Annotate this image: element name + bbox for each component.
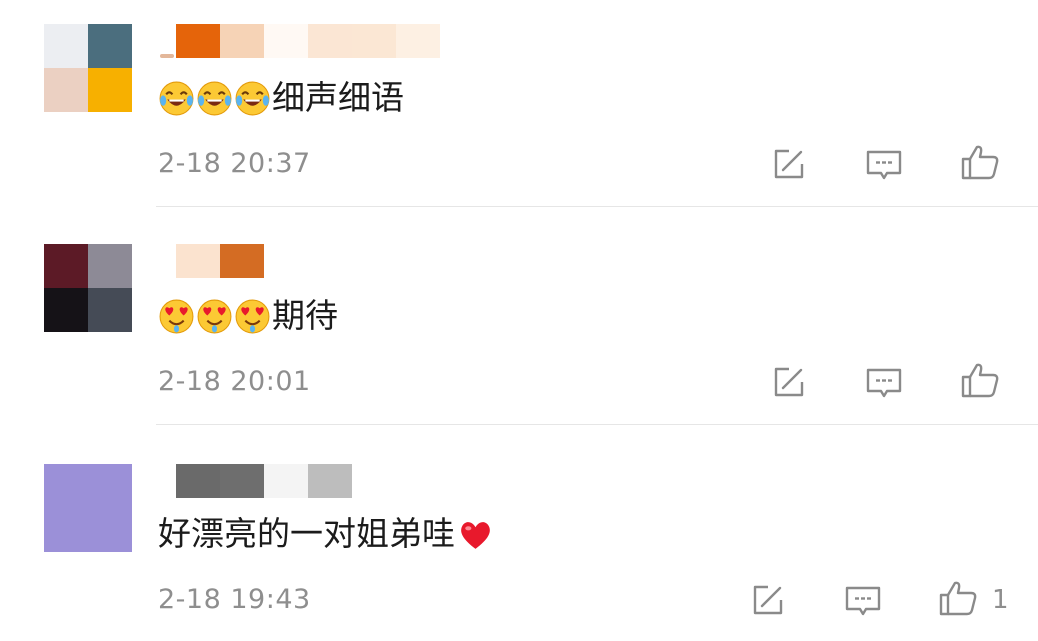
share-button[interactable] <box>748 580 788 620</box>
comment-text-row: 细声细语 <box>158 78 404 118</box>
heart-eyes-drool-emoji <box>159 299 194 333</box>
share-button[interactable] <box>769 362 809 402</box>
comment-item: 细声细语 2-18 20:37 <box>0 24 1038 184</box>
thumbs-up-icon <box>961 363 999 398</box>
divider <box>156 424 1038 425</box>
avatar[interactable] <box>44 244 132 332</box>
avatar[interactable] <box>44 24 132 112</box>
comment-text: 好漂亮的一对姐弟哇 <box>158 514 455 553</box>
like-button[interactable] <box>938 578 978 618</box>
reply-button[interactable] <box>864 362 904 402</box>
laughing-tears-emoji <box>197 81 232 115</box>
comment-list: 细声细语 2-18 20:37 期待 2-18 20:01 好漂亮的一对姐弟哇 … <box>0 0 1038 641</box>
comment-icon <box>866 368 902 398</box>
comment-time: 2-18 20:01 <box>158 366 311 397</box>
share-icon <box>753 585 783 615</box>
thumbs-up-icon <box>939 581 977 616</box>
comment-text: 期待 <box>272 296 338 335</box>
share-icon <box>774 149 804 179</box>
laughing-tears-emoji <box>159 81 194 115</box>
comment-time: 2-18 19:43 <box>158 584 311 615</box>
comment-item: 期待 2-18 20:01 <box>0 244 1038 404</box>
heart-eyes-drool-emoji <box>235 299 270 333</box>
reply-button[interactable] <box>843 580 883 620</box>
comment-icon <box>866 150 902 180</box>
reply-button[interactable] <box>864 144 904 184</box>
thumbs-up-icon <box>961 145 999 180</box>
like-count: 1 <box>992 585 1009 615</box>
username-blurred[interactable] <box>160 24 440 58</box>
username-blurred[interactable] <box>160 464 352 498</box>
avatar[interactable] <box>44 464 132 552</box>
red-heart-emoji <box>461 521 490 549</box>
comment-text-row: 期待 <box>158 296 338 336</box>
laughing-tears-emoji <box>235 81 270 115</box>
share-icon <box>774 367 804 397</box>
comment-item: 好漂亮的一对姐弟哇 2-18 19:43 1 <box>0 464 1038 634</box>
comment-icon <box>845 586 881 616</box>
comment-text-row: 好漂亮的一对姐弟哇 <box>158 514 495 554</box>
share-button[interactable] <box>769 144 809 184</box>
comment-time: 2-18 20:37 <box>158 148 311 179</box>
heart-eyes-drool-emoji <box>197 299 232 333</box>
divider <box>156 206 1038 207</box>
like-button[interactable] <box>960 142 1000 182</box>
username-blurred[interactable] <box>160 244 264 278</box>
comment-text: 细声细语 <box>272 78 404 117</box>
like-button[interactable] <box>960 360 1000 400</box>
